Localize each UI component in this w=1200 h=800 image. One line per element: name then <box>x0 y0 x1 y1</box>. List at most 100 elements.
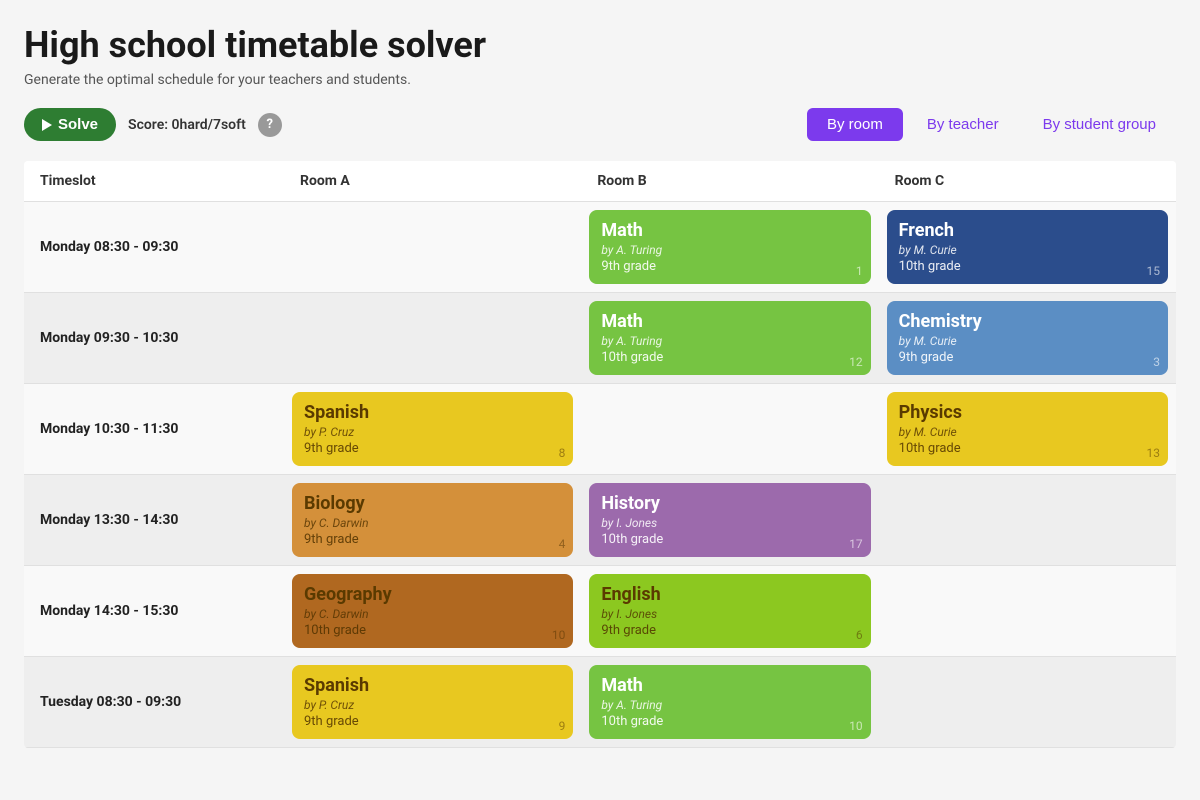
lesson-grade: 9th grade <box>304 714 561 729</box>
lesson-card[interactable]: Geography by C. Darwin 10th grade 10 <box>292 574 573 648</box>
room-cell-empty <box>879 657 1176 747</box>
lesson-card[interactable]: Spanish by P. Cruz 9th grade 9 <box>292 665 573 739</box>
lesson-teacher: by C. Darwin <box>304 516 561 530</box>
lesson-card[interactable]: Chemistry by M. Curie 9th grade 3 <box>887 301 1168 375</box>
lesson-subject: Math <box>601 311 858 332</box>
lesson-number: 3 <box>1153 355 1160 369</box>
room-cell: Biology by C. Darwin 9th grade 4 <box>284 475 581 565</box>
lesson-teacher: by A. Turing <box>601 243 858 257</box>
page-subtitle: Generate the optimal schedule for your t… <box>24 72 1176 88</box>
lesson-number: 9 <box>559 719 566 733</box>
lesson-teacher: by P. Cruz <box>304 425 561 439</box>
lesson-grade: 10th grade <box>899 259 1156 274</box>
tab-by-teacher[interactable]: By teacher <box>907 108 1019 141</box>
room-cell: Math by A. Turing 10th grade 10 <box>581 657 878 747</box>
lesson-card[interactable]: English by I. Jones 9th grade 6 <box>589 574 870 648</box>
timetable-row: Monday 10:30 - 11:30 Spanish by P. Cruz … <box>24 384 1176 475</box>
lesson-teacher: by I. Jones <box>601 516 858 530</box>
lesson-subject: Spanish <box>304 402 561 423</box>
lesson-subject: Chemistry <box>899 311 1156 332</box>
lesson-subject: Biology <box>304 493 561 514</box>
room-cell: Spanish by P. Cruz 9th grade 8 <box>284 384 581 474</box>
timetable-body: Monday 08:30 - 09:30 Math by A. Turing 9… <box>24 202 1176 748</box>
lesson-grade: 10th grade <box>304 623 561 638</box>
timeslot-cell: Monday 13:30 - 14:30 <box>24 475 284 565</box>
timetable-row: Monday 13:30 - 14:30 Biology by C. Darwi… <box>24 475 1176 566</box>
timetable-row: Monday 14:30 - 15:30 Geography by C. Dar… <box>24 566 1176 657</box>
lesson-grade: 10th grade <box>601 714 858 729</box>
lesson-teacher: by I. Jones <box>601 607 858 621</box>
lesson-subject: Math <box>601 675 858 696</box>
lesson-grade: 9th grade <box>899 350 1156 365</box>
timetable: Timeslot Room A Room B Room C Monday 08:… <box>24 161 1176 748</box>
room-cell: Math by A. Turing 10th grade 12 <box>581 293 878 383</box>
timeslot-cell: Monday 09:30 - 10:30 <box>24 293 284 383</box>
lesson-grade: 9th grade <box>304 441 561 456</box>
lesson-card[interactable]: Math by A. Turing 10th grade 10 <box>589 665 870 739</box>
room-cell-empty <box>879 475 1176 565</box>
page-title: High school timetable solver <box>24 24 1176 66</box>
room-cell: Geography by C. Darwin 10th grade 10 <box>284 566 581 656</box>
lesson-card[interactable]: History by I. Jones 10th grade 17 <box>589 483 870 557</box>
solve-label: Solve <box>58 116 98 133</box>
lesson-card[interactable]: French by M. Curie 10th grade 15 <box>887 210 1168 284</box>
lesson-subject: Physics <box>899 402 1156 423</box>
col-room-c: Room C <box>879 161 1176 201</box>
lesson-card[interactable]: Biology by C. Darwin 9th grade 4 <box>292 483 573 557</box>
play-icon <box>42 119 52 131</box>
lesson-number: 10 <box>552 628 566 642</box>
lesson-number: 13 <box>1147 446 1161 460</box>
timeslot-cell: Monday 14:30 - 15:30 <box>24 566 284 656</box>
timetable-row: Tuesday 08:30 - 09:30 Spanish by P. Cruz… <box>24 657 1176 748</box>
lesson-number: 1 <box>856 264 863 278</box>
lesson-teacher: by A. Turing <box>601 334 858 348</box>
lesson-card[interactable]: Spanish by P. Cruz 9th grade 8 <box>292 392 573 466</box>
room-cell: History by I. Jones 10th grade 17 <box>581 475 878 565</box>
toolbar: Solve Score: 0hard/7soft ? By room By te… <box>24 108 1176 141</box>
lesson-number: 10 <box>849 719 863 733</box>
room-cell-empty <box>284 293 581 383</box>
lesson-grade: 10th grade <box>601 350 858 365</box>
help-button[interactable]: ? <box>258 113 282 137</box>
timetable-header: Timeslot Room A Room B Room C <box>24 161 1176 202</box>
view-tabs: By room By teacher By student group <box>807 108 1176 141</box>
lesson-teacher: by A. Turing <box>601 698 858 712</box>
tab-by-student-group[interactable]: By student group <box>1023 108 1176 141</box>
timetable-row: Monday 09:30 - 10:30 Math by A. Turing 1… <box>24 293 1176 384</box>
lesson-subject: Geography <box>304 584 561 605</box>
col-room-b: Room B <box>581 161 878 201</box>
lesson-subject: History <box>601 493 858 514</box>
tab-by-room[interactable]: By room <box>807 108 903 141</box>
lesson-teacher: by C. Darwin <box>304 607 561 621</box>
lesson-grade: 9th grade <box>601 259 858 274</box>
room-cell: Chemistry by M. Curie 9th grade 3 <box>879 293 1176 383</box>
lesson-teacher: by P. Cruz <box>304 698 561 712</box>
lesson-number: 6 <box>856 628 863 642</box>
lesson-number: 8 <box>559 446 566 460</box>
lesson-grade: 10th grade <box>899 441 1156 456</box>
room-cell: Physics by M. Curie 10th grade 13 <box>879 384 1176 474</box>
room-cell: English by I. Jones 9th grade 6 <box>581 566 878 656</box>
room-cell-empty <box>581 384 878 474</box>
room-cell: French by M. Curie 10th grade 15 <box>879 202 1176 292</box>
lesson-subject: Spanish <box>304 675 561 696</box>
col-room-a: Room A <box>284 161 581 201</box>
lesson-number: 15 <box>1147 264 1161 278</box>
col-timeslot: Timeslot <box>24 161 284 201</box>
lesson-subject: English <box>601 584 858 605</box>
lesson-number: 12 <box>849 355 863 369</box>
lesson-card[interactable]: Physics by M. Curie 10th grade 13 <box>887 392 1168 466</box>
timeslot-cell: Monday 08:30 - 09:30 <box>24 202 284 292</box>
room-cell: Spanish by P. Cruz 9th grade 9 <box>284 657 581 747</box>
timeslot-cell: Monday 10:30 - 11:30 <box>24 384 284 474</box>
toolbar-left: Solve Score: 0hard/7soft ? <box>24 108 282 141</box>
lesson-grade: 9th grade <box>304 532 561 547</box>
lesson-card[interactable]: Math by A. Turing 10th grade 12 <box>589 301 870 375</box>
room-cell-empty <box>879 566 1176 656</box>
timetable-row: Monday 08:30 - 09:30 Math by A. Turing 9… <box>24 202 1176 293</box>
solve-button[interactable]: Solve <box>24 108 116 141</box>
lesson-teacher: by M. Curie <box>899 425 1156 439</box>
lesson-number: 4 <box>559 537 566 551</box>
lesson-card[interactable]: Math by A. Turing 9th grade 1 <box>589 210 870 284</box>
room-cell: Math by A. Turing 9th grade 1 <box>581 202 878 292</box>
